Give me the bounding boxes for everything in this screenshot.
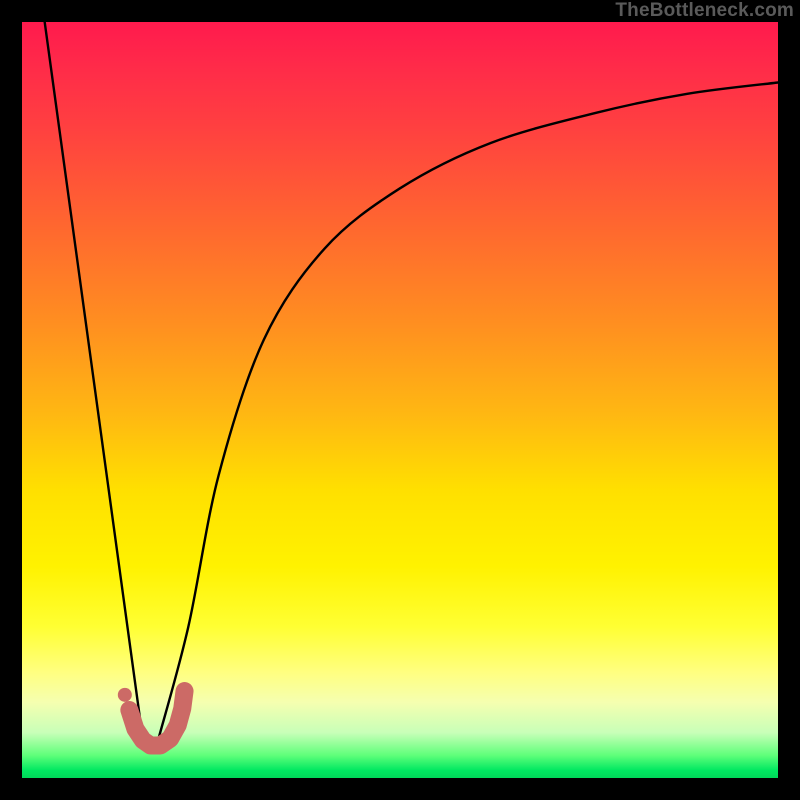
marker-start-dot bbox=[118, 688, 132, 702]
chart-frame: TheBottleneck.com bbox=[0, 0, 800, 800]
chart-lines bbox=[22, 22, 778, 778]
series-right-log-curve bbox=[158, 82, 778, 740]
marker-layer bbox=[118, 688, 132, 702]
series-layer bbox=[45, 22, 778, 745]
series-left-descent bbox=[45, 22, 143, 740]
watermark-label: TheBottleneck.com bbox=[615, 0, 794, 22]
plot-area bbox=[22, 22, 778, 778]
